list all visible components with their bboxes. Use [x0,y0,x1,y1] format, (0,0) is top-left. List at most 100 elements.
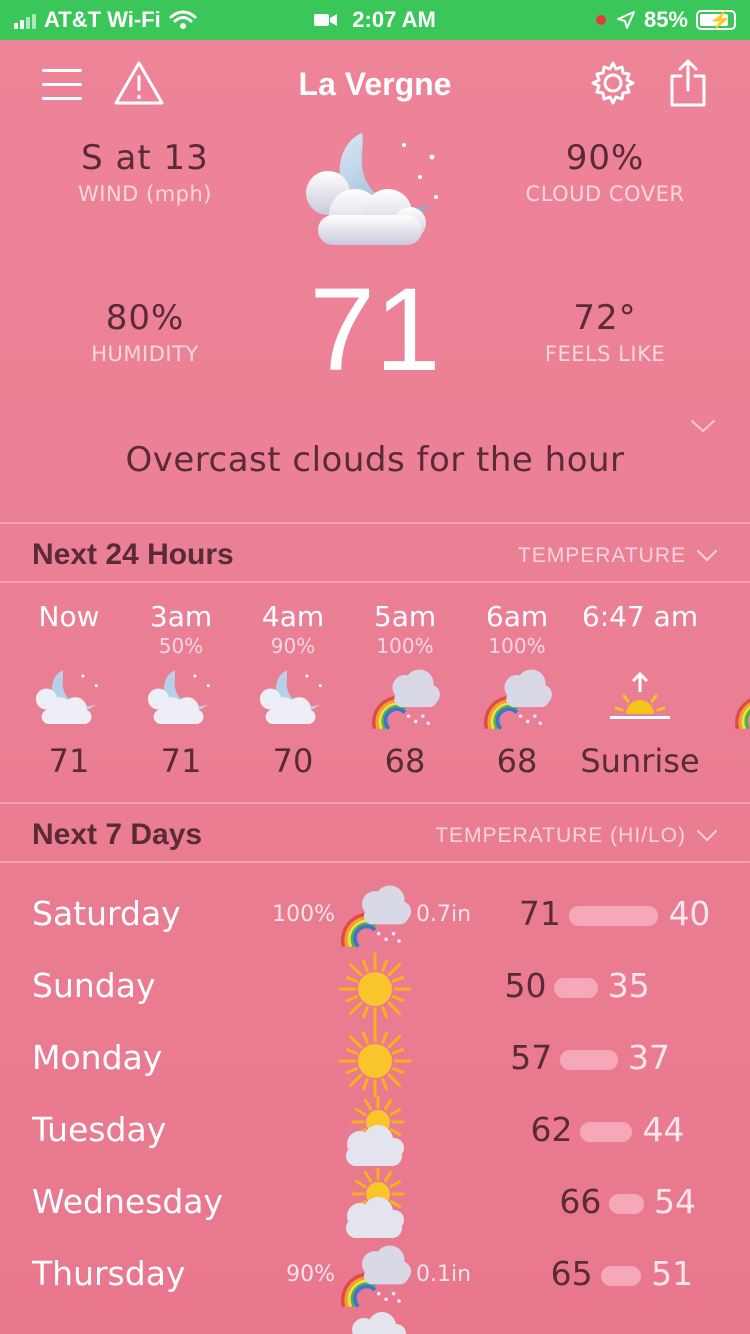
day-row[interactable]: Tuesday 62 44 [0,1095,750,1166]
day-low: 37 [628,1038,670,1077]
day-row[interactable]: Saturday 100% 0.7in 71 40 [0,885,750,948]
hourly-mode-label: TEMPERATURE [517,544,686,567]
sunrise-icon [610,671,670,719]
day-name: Thursday [32,1254,186,1293]
day-precip-chance: 90% [286,1262,335,1287]
day-precip-amount: 0.1in [416,1262,472,1287]
hour-temp: 71 [160,742,202,780]
battery-percent: 85% [643,7,688,32]
hour-temp: 68 [496,742,538,780]
hour-temp: 6 [712,742,750,780]
daily-mode-selector[interactable]: TEMPERATURE (HI/LO) [435,824,718,848]
temp-range-bar [560,1050,618,1070]
hour-precip: 100% [488,634,546,658]
day-icon [338,1240,412,1314]
share-button[interactable] [664,56,712,110]
cloud-moon-icon [306,133,438,245]
hour-time: 6:47 am [581,600,699,633]
cloud-cover-stat: 90% CLOUD COVER [475,138,735,206]
humidity-label: HUMIDITY [91,342,199,366]
temp-range-bar [568,906,659,926]
hour-item[interactable]: 5am 100% 68 [349,600,461,780]
status-bar: AT&T Wi-Fi 2:07 AM 85% ⚡ [0,0,750,40]
day-name: Sunday [32,966,156,1005]
divider [0,581,750,583]
day-high: 71 [518,894,561,933]
day-row[interactable]: Sunday 50 35 [0,952,750,1026]
hour-precip [574,634,706,658]
partly-cloudy-icon [346,1095,405,1166]
hour-precip [13,634,125,658]
hour-item[interactable]: 4am 90% 70 [237,600,349,780]
day-name: Monday [32,1038,163,1077]
partly-cloudy-icon [346,1167,405,1238]
day-high: 57 [510,1038,553,1077]
humidity-stat: 80% HUMIDITY [15,298,275,366]
chevron-down-icon [697,550,717,562]
rain-rainbow-icon [340,1245,412,1308]
sunrise-item[interactable]: 6:47 am Sunrise [574,600,706,780]
current-temperature: 71 [309,264,441,396]
day-name: Wednesday [32,1182,224,1221]
day-name: Tuesday [32,1110,167,1149]
hour-time: 6am [485,600,549,633]
hour-precip: 1 [712,634,750,658]
rain-rainbow-icon [484,669,552,730]
wind-label: WIND (mph) [78,182,212,206]
day-low: 51 [651,1254,694,1293]
feels-like-value: 72° [573,298,637,338]
hour-precip: 90% [270,634,316,658]
hour-time: 5am [373,600,437,633]
day-row[interactable]: Thursday 90% 0.1in 65 51 [0,1245,750,1308]
chevron-down-icon [697,830,717,842]
location-arrow-icon [616,11,635,29]
day-icon [338,1167,412,1242]
gear-icon [591,61,635,105]
hour-time: 4am [261,600,325,633]
day-icon [338,952,412,1026]
day-precip-amount: 0.7in [416,902,472,927]
sun-icon [338,952,412,1026]
hour-time: 7 [712,600,750,634]
hourly-strip[interactable]: Now 71 3am 50% 71 4am 90% 70 5am 100% 68… [0,600,750,780]
expand-chevron-icon[interactable] [690,418,716,434]
day-low: 35 [607,966,650,1005]
feels-like-label: FEELS LIKE [544,342,666,366]
rain-rainbow-icon [735,698,750,730]
cloud-moon-icon [35,670,98,724]
day-icon [338,880,412,954]
summary-text: Overcast clouds for the hour [125,440,625,480]
cloud-moon-icon [259,670,322,724]
hour-precip: 100% [376,634,434,658]
hour-item[interactable]: 7 1 6 [712,600,750,780]
battery-icon: ⚡ [696,10,736,30]
day-row[interactable]: Wednesday 66 54 [0,1167,750,1238]
hourly-mode-selector[interactable]: TEMPERATURE [518,544,718,568]
cloud-cover-label: CLOUD COVER [525,182,685,206]
sun-icon [338,1024,412,1098]
share-icon [670,59,706,107]
day-high: 50 [504,966,547,1005]
partly-cloudy-icon [352,1312,406,1334]
hour-temp: 70 [272,742,314,780]
day-name: Saturday [32,894,181,933]
settings-button[interactable] [588,58,638,108]
day-row[interactable]: Monday 57 37 [0,1024,750,1098]
day-low: 44 [642,1110,685,1149]
day-high: 62 [530,1110,573,1149]
hour-time: 3am [149,600,213,633]
rain-rainbow-icon [340,885,412,948]
rain-rainbow-icon [372,669,440,730]
day-high: 65 [550,1254,593,1293]
hour-precip: 50% [158,634,204,658]
hour-item[interactable]: 6am 100% 68 [461,600,573,780]
divider [0,861,750,863]
wind-value: S at 13 [81,138,209,178]
wind-stat: S at 13 WIND (mph) [15,138,275,206]
video-icon [314,14,338,26]
cloud-cover-value: 90% [565,138,645,178]
hourly-section-title: Next 24 Hours [32,538,234,571]
hour-item[interactable]: Now 71 [13,600,125,780]
hour-temp: 71 [48,742,90,780]
hour-item[interactable]: 3am 50% 71 [125,600,237,780]
